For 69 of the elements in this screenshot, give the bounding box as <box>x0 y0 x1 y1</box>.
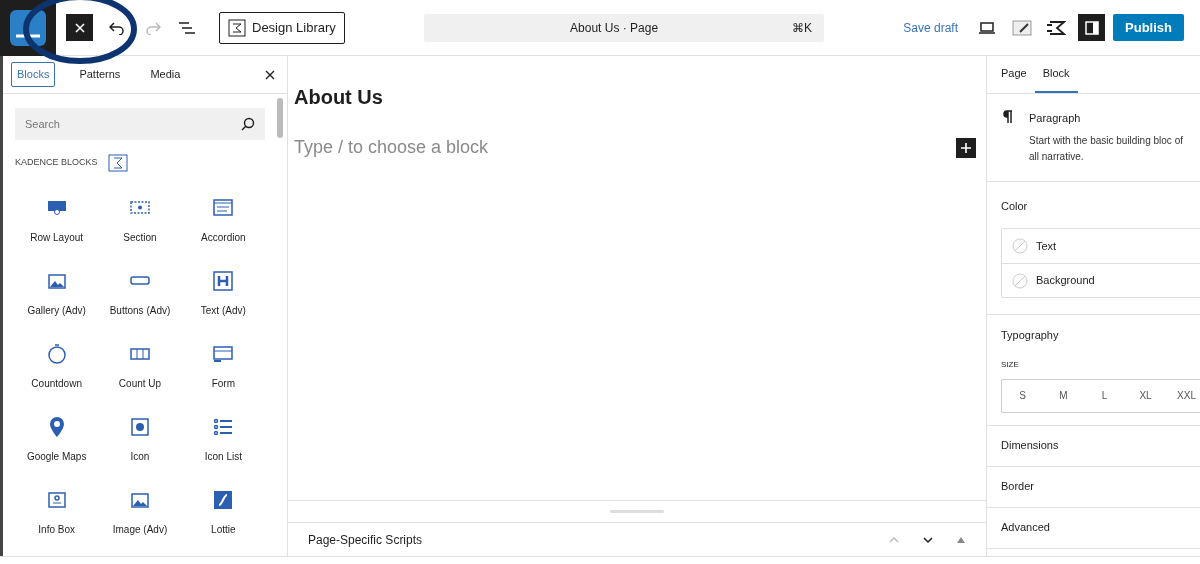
color-option[interactable]: Background <box>1002 263 1200 297</box>
no-color-icon <box>1012 238 1028 254</box>
category-heading: KADENCE BLOCKS <box>15 156 98 170</box>
shortcut-hint: ⌘K <box>792 19 813 37</box>
block-item[interactable]: Count Up <box>98 342 182 391</box>
panel-header[interactable]: Dimensions <box>987 425 1200 467</box>
search-field[interactable]: Search <box>15 108 265 140</box>
block-item[interactable]: Gallery (Adv) <box>15 269 99 318</box>
save-draft-link[interactable]: Save draft <box>903 18 959 37</box>
block-item[interactable]: Accordion <box>181 196 265 245</box>
close-inserter-button[interactable] <box>66 14 93 41</box>
close-icon <box>74 22 85 33</box>
inserter-tab[interactable]: Media <box>144 62 187 87</box>
edit-icon[interactable] <box>1012 18 1033 37</box>
page-title[interactable]: About Us <box>294 82 980 112</box>
size-option[interactable]: S <box>1002 388 1043 403</box>
block-item[interactable]: Lottie <box>181 488 265 537</box>
block-item[interactable]: Section <box>98 196 182 245</box>
block-item[interactable]: Icon <box>98 415 182 464</box>
design-library-button[interactable]: Design Library <box>219 11 345 44</box>
plus-icon <box>961 142 971 153</box>
library-icon <box>228 18 246 37</box>
publish-button[interactable]: Publish <box>1113 14 1184 41</box>
size-option[interactable]: XL <box>1125 388 1166 403</box>
color-option[interactable]: Text <box>1002 229 1200 263</box>
block-item[interactable]: Image (Adv) <box>98 488 182 537</box>
block-placeholder[interactable]: Type / to choose a block <box>294 134 956 161</box>
block-item[interactable]: Google Maps <box>15 415 99 464</box>
sidebar-icon <box>1084 20 1099 35</box>
sidebar-tab[interactable]: Page <box>993 56 1035 93</box>
block-item[interactable]: Row Layout <box>15 196 99 245</box>
block-item[interactable]: Buttons (Adv) <box>98 269 182 318</box>
size-option[interactable]: M <box>1043 388 1084 403</box>
library-icon[interactable] <box>1046 18 1067 37</box>
triangle-up-icon[interactable] <box>956 535 966 544</box>
close-icon[interactable] <box>265 69 275 80</box>
block-item[interactable]: Icon List <box>181 415 265 464</box>
size-label: SIZE <box>1001 358 1020 371</box>
block-item[interactable]: Form <box>181 342 265 391</box>
sidebar-tab[interactable]: Block <box>1034 56 1078 93</box>
meta-box-title: Page-Specific Scripts <box>308 531 424 549</box>
block-item[interactable]: Countdown <box>15 342 99 391</box>
block-icon <box>211 269 236 293</box>
search-icon <box>241 117 255 131</box>
block-icon <box>128 415 152 439</box>
size-option[interactable]: XXL <box>1166 388 1200 403</box>
panel-title: Color <box>1001 198 1029 214</box>
add-block-button[interactable] <box>956 137 976 158</box>
block-name: Paragraph <box>1029 111 1082 126</box>
undo-icon <box>109 20 125 35</box>
laptop-icon[interactable] <box>978 20 997 35</box>
panel-title: Typography <box>1001 328 1060 343</box>
resize-handle[interactable] <box>610 510 664 513</box>
scrollbar-thumb[interactable] <box>277 98 283 138</box>
library-icon <box>107 154 128 172</box>
settings-toggle[interactable] <box>1078 14 1106 41</box>
paragraph-icon <box>1003 110 1013 124</box>
size-option[interactable]: L <box>1084 388 1125 403</box>
block-item[interactable]: Text (Adv) <box>181 269 265 318</box>
redo-icon <box>145 20 161 35</box>
block-description: Start with the basic building bloc of all narrative. <box>1029 133 1184 164</box>
inserter-tab[interactable]: Blocks <box>11 62 56 87</box>
command-bar[interactable]: About Us · Page ⌘K <box>424 13 825 42</box>
panel-header[interactable]: Border <box>987 466 1200 508</box>
list-view-icon <box>179 21 195 34</box>
no-color-icon <box>1012 272 1028 289</box>
inserter-tab[interactable]: Patterns <box>73 62 127 87</box>
panel-header[interactable]: Advanced <box>987 507 1200 549</box>
block-item[interactable]: Info Box <box>15 488 99 537</box>
